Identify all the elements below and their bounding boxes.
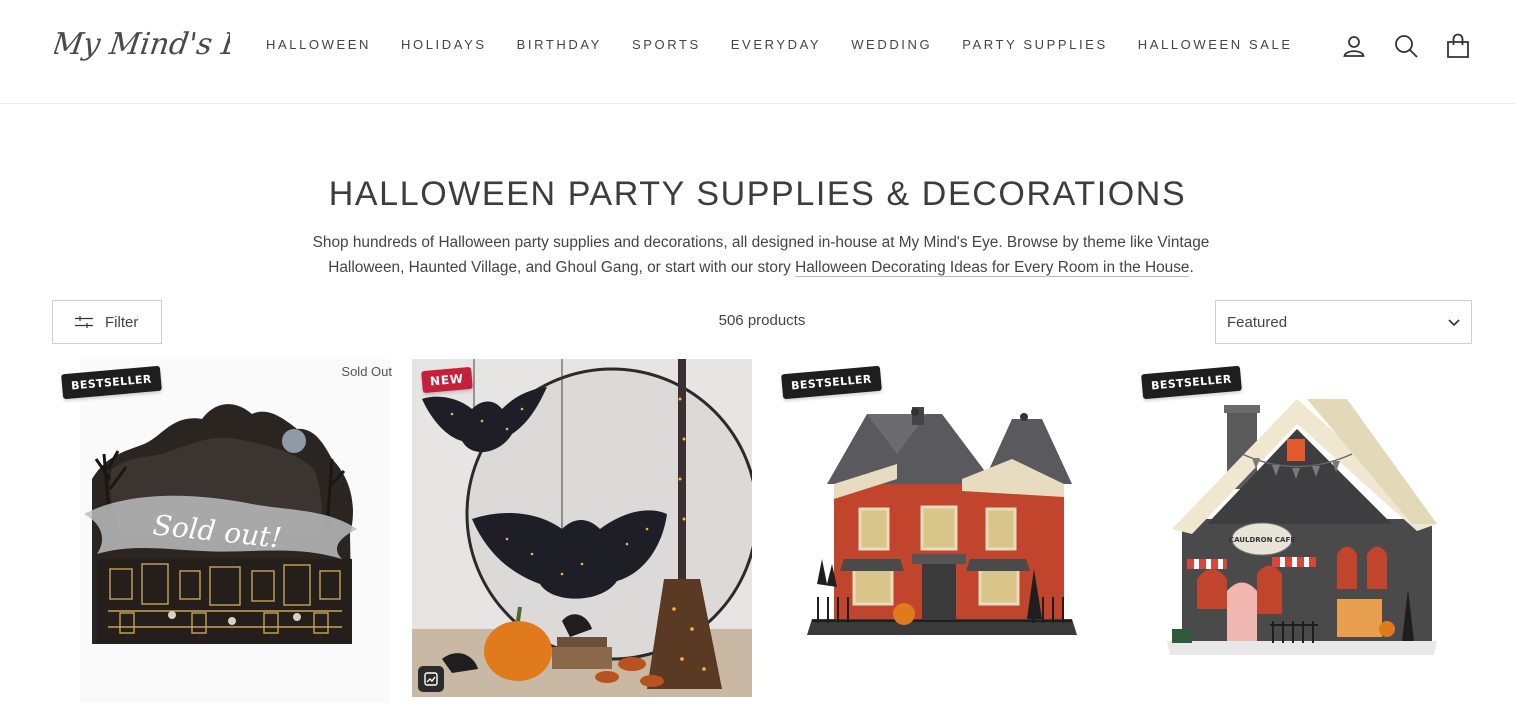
nav-item-holidays[interactable]: HOLIDAYS <box>401 37 487 52</box>
nav-item-birthday[interactable]: BIRTHDAY <box>517 37 602 52</box>
nav-item-halloween-sale[interactable]: HALLOWEEN SALE <box>1138 37 1293 52</box>
nav-item-party-supplies[interactable]: PARTY SUPPLIES <box>962 37 1108 52</box>
view-in-space-icon[interactable] <box>418 666 444 692</box>
svg-text:CAULDRON CAFE: CAULDRON CAFE <box>1229 536 1295 544</box>
nav-item-halloween[interactable]: HALLOWEEN <box>266 37 371 52</box>
nav-item-wedding[interactable]: WEDDING <box>851 37 932 52</box>
nav-item-everyday[interactable]: EVERYDAY <box>731 37 821 52</box>
product-card[interactable]: BESTSELLER <box>772 359 1112 703</box>
sort-select[interactable]: Featured <box>1215 300 1472 344</box>
decorating-ideas-link[interactable]: Halloween Decorating Ideas for Every Roo… <box>795 259 1190 277</box>
page-title: HALLOWEEN PARTY SUPPLIES & DECORATIONS <box>328 175 1187 213</box>
cart-icon[interactable] <box>1445 33 1471 59</box>
main-nav: HALLOWEEN HOLIDAYS BIRTHDAY SPORTS EVERY… <box>266 37 1323 52</box>
collection-description: Shop hundreds of Halloween party supplie… <box>290 230 1232 280</box>
nav-item-sports[interactable]: SPORTS <box>632 37 701 52</box>
account-icon[interactable] <box>1341 33 1367 59</box>
svg-text:My Mind's Eye: My Mind's Eye <box>54 27 230 62</box>
product-card[interactable]: BESTSELLER Sold Out Sold out! <box>52 359 392 703</box>
brand-logo[interactable]: My Mind's Eye <box>49 20 281 76</box>
chevron-down-icon <box>1448 319 1460 327</box>
new-badge: NEW <box>421 366 473 394</box>
product-image <box>412 359 752 703</box>
product-image: Sold out! <box>52 359 392 703</box>
brand-logo-art: My Mind's Eye <box>49 27 281 62</box>
collection-description-end: . <box>1189 259 1194 276</box>
product-card[interactable]: CAULDRON CAFE BESTSELLER <box>1132 359 1472 703</box>
product-card[interactable]: NEW <box>412 359 752 703</box>
product-image: CAULDRON CAFE <box>1132 359 1472 703</box>
product-image <box>772 359 1112 703</box>
sort-value: Featured <box>1227 314 1288 331</box>
sold-out-label: Sold Out <box>341 364 392 379</box>
site-header: My Mind's Eye HALLOWEEN HOLIDAYS BIRTHDA… <box>0 0 1515 104</box>
search-icon[interactable] <box>1393 33 1419 59</box>
